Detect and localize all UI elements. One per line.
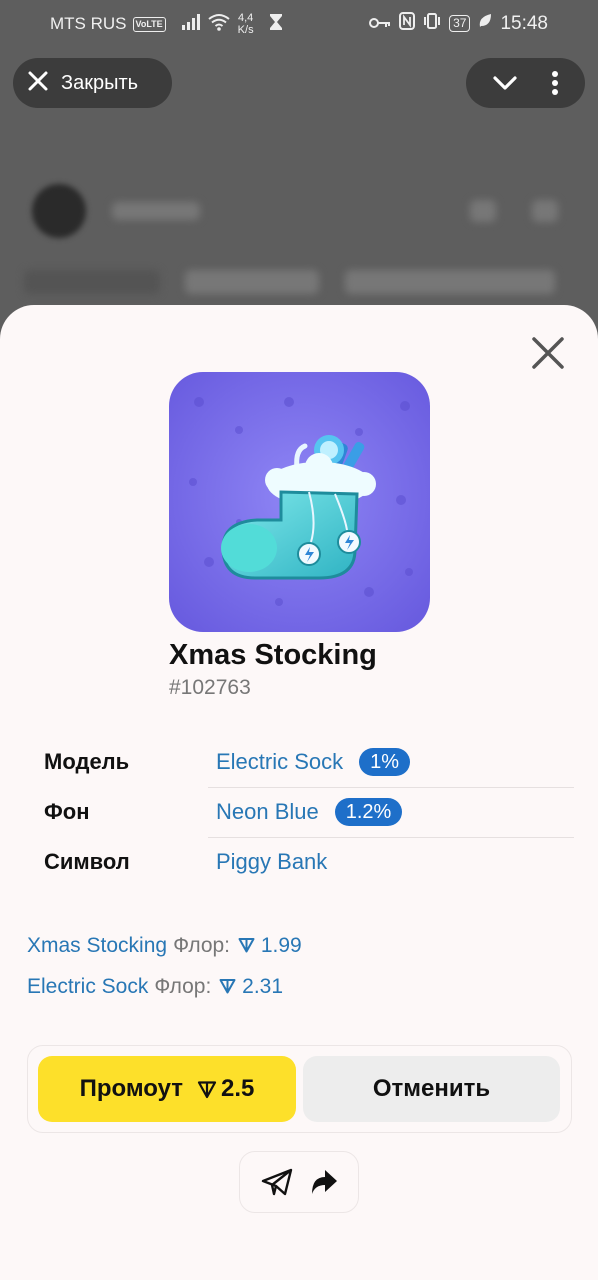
clock: 15:48 [500,12,548,34]
gift-attributes: Модель Electric Sock 1% Фон Neon Blue 1.… [28,737,574,887]
floor-row: Electric Sock Флор: 2.31 [27,972,302,1013]
background-blur-icon [470,200,496,222]
floor-value-text: 2.31 [242,975,284,998]
nfc-icon [399,12,416,35]
attribute-row-symbol: Символ Piggy Bank [28,837,574,887]
background-blur-tab [185,270,319,294]
floor-collection-link[interactable]: Electric Sock [27,975,148,998]
attribute-value-link[interactable]: Electric Sock [216,749,343,775]
close-label: Закрыть [61,71,139,94]
floor-collection-link[interactable]: Xmas Stocking [27,934,167,957]
battery-indicator: 37 [449,15,471,32]
vibrate-icon [423,12,441,35]
gift-image [169,372,430,632]
background-avatar [32,184,86,238]
close-icon [27,70,49,97]
attribute-label: Символ [44,849,130,874]
gift-title: Xmas Stocking [169,639,377,671]
cancel-button[interactable]: Отменить [303,1056,560,1122]
signal-icon [181,13,202,35]
wifi-icon [208,13,230,36]
promote-price: 2.5 [221,1075,255,1102]
key-icon [369,14,391,34]
attribute-value-link[interactable]: Piggy Bank [216,849,327,875]
gift-detail-sheet: Xmas Stocking #102763 Модель Electric So… [0,305,598,1280]
floor-label: Флор: [173,934,231,957]
status-right: 37 15:48 [369,12,548,35]
net-speed-unit: K/s [237,24,254,36]
attribute-row-model: Модель Electric Sock 1% [28,737,574,787]
more-vertical-icon[interactable] [551,70,559,96]
background-blur-tab [24,270,160,294]
attribute-label: Модель [44,749,130,774]
net-speed: 4,4 K/s [238,12,254,36]
forward-icon[interactable] [309,1168,339,1196]
close-webapp-button[interactable]: Закрыть [13,58,172,108]
gift-number: #102763 [169,676,251,699]
telegram-share-icon[interactable] [260,1167,294,1197]
background-blur-icon [532,200,558,222]
attribute-label: Фон [44,799,90,824]
action-bar: Промоут 2.5 Отменить [27,1045,572,1133]
floor-prices: Xmas Stocking Флор: 1.99 Electric Sock Фло… [27,931,302,1013]
attribute-value-link[interactable]: Neon Blue [216,799,319,825]
webapp-menu-pill [466,58,585,108]
ton-icon [219,973,236,1003]
floor-row: Xmas Stocking Флор: 1.99 [27,931,302,972]
close-icon[interactable] [528,333,568,373]
carrier-name: MTS RUS [50,14,127,33]
background-blur-tab [345,270,555,294]
floor-value: 2.31 [219,975,283,998]
rarity-badge: 1% [359,748,411,776]
share-bar [239,1151,359,1213]
rarity-badge: 1.2% [334,798,403,826]
attribute-row-background: Фон Neon Blue 1.2% [28,787,574,837]
promote-label: Промоут [79,1075,184,1102]
hourglass-icon [269,13,282,35]
status-left: MTS RUS VoLTE 4,4 K/s [50,12,282,36]
ton-icon [197,1080,217,1099]
ton-icon [238,932,255,962]
floor-value-text: 1.99 [260,934,302,957]
floor-label: Флор: [154,975,212,998]
status-bar: MTS RUS VoLTE 4,4 K/s 37 15:48 [0,0,598,46]
chevron-down-icon[interactable] [492,75,518,91]
promote-button[interactable]: Промоут 2.5 [38,1056,296,1122]
net-speed-value: 4,4 [237,12,254,24]
leaf-icon [478,13,492,34]
floor-value: 1.99 [238,934,302,957]
volte-badge: VoLTE [132,16,166,32]
background-blur-text [112,202,200,220]
